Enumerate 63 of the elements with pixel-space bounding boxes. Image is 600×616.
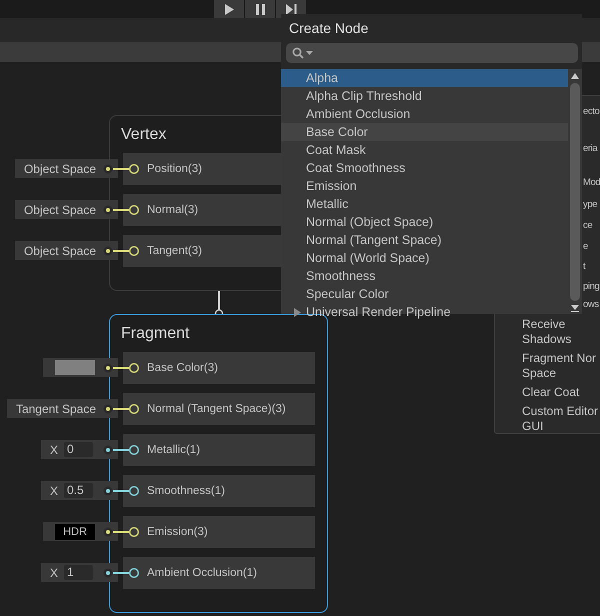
- axis-label: X: [50, 484, 58, 498]
- number-field[interactable]: 1: [64, 565, 94, 580]
- port-label: Normal(3): [147, 204, 198, 216]
- inspector-label: ce: [583, 220, 592, 231]
- port-label: Metallic(1): [147, 444, 200, 456]
- inspector-label: eria: [583, 143, 598, 154]
- port-label: Smoothness(1): [147, 485, 225, 497]
- node-list-item[interactable]: Alpha: [281, 69, 568, 87]
- play-icon: [224, 4, 234, 14]
- pause-button[interactable]: [245, 0, 275, 18]
- inspector-label: Custom Editor GUI: [522, 404, 598, 434]
- popup-title: Create Node: [288, 19, 370, 37]
- number-field[interactable]: 0: [64, 442, 94, 457]
- scroll-up-icon[interactable]: [571, 73, 579, 79]
- search-icon: [292, 47, 314, 59]
- node-list-item[interactable]: Base Color: [281, 123, 568, 141]
- port-label: Normal (Tangent Space)(3): [147, 403, 286, 415]
- port-connector-icon[interactable]: [103, 444, 141, 456]
- space-dropdown[interactable]: Object Space: [14, 200, 118, 219]
- port-label: Emission(3): [147, 526, 208, 538]
- node-list-item[interactable]: Alpha Clip Threshold: [281, 87, 568, 105]
- port-connector-icon[interactable]: [103, 204, 141, 216]
- port-connector-icon[interactable]: [103, 163, 141, 175]
- number-field[interactable]: 0.5: [64, 483, 94, 498]
- scroll-down-icon[interactable]: [571, 305, 579, 312]
- step-icon: [286, 4, 296, 14]
- inspector-label: Mod: [583, 177, 600, 188]
- inspector-label: Receive Shadows: [522, 317, 572, 347]
- space-dropdown[interactable]: Object Space: [14, 159, 118, 178]
- float-field[interactable]: X 1: [41, 563, 118, 582]
- port-connector-icon[interactable]: [103, 362, 141, 374]
- search-field[interactable]: [286, 43, 578, 63]
- port-connector-icon[interactable]: [103, 526, 141, 538]
- port-connector-icon[interactable]: [103, 403, 141, 415]
- inspector-label: ows: [583, 299, 599, 310]
- node-title: Vertex: [121, 126, 166, 145]
- hdr-swatch: HDR: [55, 524, 95, 540]
- port-connector-icon[interactable]: [103, 485, 141, 497]
- port-label: Tangent(3): [147, 245, 202, 257]
- hdr-color-field[interactable]: HDR: [43, 522, 118, 541]
- inspector-label: ping: [583, 281, 600, 292]
- port-label: Base Color(3): [147, 362, 218, 374]
- inspector-label: e: [583, 241, 588, 252]
- play-button[interactable]: [214, 0, 244, 18]
- port-connector-icon[interactable]: [103, 245, 141, 257]
- space-dropdown[interactable]: Tangent Space: [6, 399, 118, 418]
- inspector-label: ype: [583, 199, 598, 210]
- port-connector-icon[interactable]: [103, 567, 141, 579]
- port-label: Ambient Occlusion(1): [147, 567, 257, 579]
- expand-icon: [294, 308, 301, 317]
- axis-label: X: [50, 566, 58, 580]
- node-title: Fragment: [121, 325, 190, 344]
- inspector-label: ecto: [583, 106, 600, 117]
- float-field[interactable]: X 0.5: [41, 481, 118, 500]
- axis-label: X: [50, 442, 58, 456]
- inspector-label: Fragment Nor Space: [522, 351, 596, 381]
- port-label: Position(3): [147, 163, 202, 175]
- space-dropdown[interactable]: Object Space: [14, 241, 118, 260]
- inspector-label: t: [583, 261, 586, 272]
- inspector-label: Clear Coat: [522, 385, 580, 400]
- color-field[interactable]: [43, 358, 118, 377]
- pause-icon: [256, 4, 264, 14]
- float-field[interactable]: X 0: [41, 440, 118, 459]
